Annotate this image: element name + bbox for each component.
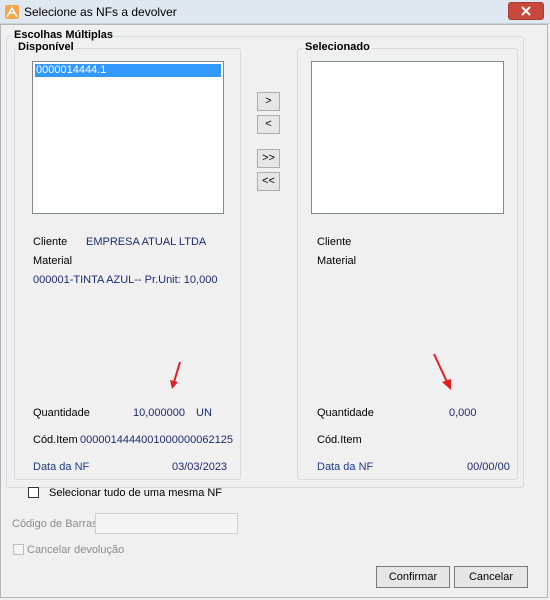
right-material-label: Material <box>317 255 357 267</box>
move-right-button[interactable]: > <box>257 92 280 111</box>
right-data-nf-value: 00/00/00 <box>467 461 510 473</box>
selected-listbox[interactable] <box>311 61 504 214</box>
cancel-return-checkbox[interactable] <box>13 544 24 555</box>
cliente-value: EMPRESA ATUAL LTDA <box>86 236 207 248</box>
cancel-button[interactable]: Cancelar <box>454 566 528 588</box>
cliente-label: Cliente <box>33 236 68 248</box>
confirm-button[interactable]: Confirmar <box>376 566 450 588</box>
cod-item-value: 0000014444001000000062125 <box>80 434 233 446</box>
close-icon <box>521 6 531 16</box>
material-label: Material <box>33 255 73 267</box>
group-title: Escolhas Múltiplas <box>12 29 116 41</box>
right-data-nf-label: Data da NF <box>317 461 374 473</box>
cod-item-label: Cód.Item <box>33 434 78 446</box>
data-nf-value: 03/03/2023 <box>172 461 228 473</box>
material-value: 000001-TINTA AZUL-- Pr.Unit: 10,000 <box>33 274 218 286</box>
move-all-right-button[interactable]: >> <box>257 149 280 168</box>
barcode-input[interactable] <box>95 513 238 534</box>
right-cliente-label: Cliente <box>317 236 352 248</box>
quantidade-label: Quantidade <box>33 407 90 419</box>
cancel-return-label[interactable]: Cancelar devolução <box>27 544 124 556</box>
quantidade-unit: UN <box>196 407 212 419</box>
right-quantidade-value: 0,000 <box>449 407 477 419</box>
move-left-button[interactable]: < <box>257 115 280 134</box>
quantidade-value: 10,000000 <box>133 407 185 419</box>
available-panel-title: Disponível <box>16 41 76 53</box>
annotation-arrow-left <box>170 361 181 389</box>
close-button[interactable] <box>508 2 544 20</box>
select-all-nf-checkbox[interactable] <box>28 487 39 498</box>
app-icon <box>5 5 19 19</box>
right-cod-item-label: Cód.Item <box>317 434 362 446</box>
annotation-arrow-right <box>433 353 451 390</box>
selected-panel-title: Selecionado <box>303 41 372 53</box>
data-nf-label: Data da NF <box>33 461 90 473</box>
confirm-button-label: Confirmar <box>388 571 438 583</box>
cancel-button-label: Cancelar <box>468 571 514 583</box>
list-item[interactable]: 0000014444.1 <box>35 64 221 77</box>
move-all-left-button[interactable]: << <box>257 172 280 191</box>
barcode-label: Código de Barras <box>12 518 98 530</box>
select-all-nf-label[interactable]: Selecionar tudo de uma mesma NF <box>49 487 222 499</box>
window-title: Selecione as NFs a devolver <box>24 5 177 19</box>
available-listbox[interactable]: 0000014444.1 <box>32 61 224 214</box>
right-quantidade-label: Quantidade <box>317 407 374 419</box>
